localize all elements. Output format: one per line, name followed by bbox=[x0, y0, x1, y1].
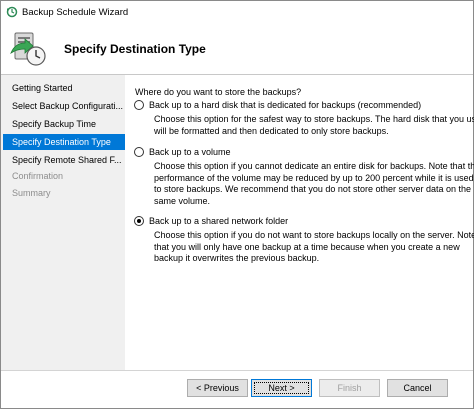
option-volume-label[interactable]: Back up to a volume bbox=[149, 146, 231, 158]
nav-item-specify-backup-time[interactable]: Specify Backup Time bbox=[3, 116, 125, 132]
cancel-button[interactable]: Cancel bbox=[387, 379, 448, 397]
next-button[interactable]: Next > bbox=[251, 379, 312, 397]
description-line: that you will only have one backup at a … bbox=[154, 241, 460, 252]
description-line: will be formatted and then dedicated to … bbox=[154, 125, 389, 136]
description-line: same volume. bbox=[154, 195, 211, 206]
nav-item-summary: Summary bbox=[12, 188, 51, 198]
description-line: performance of the volume may be reduced… bbox=[154, 172, 474, 183]
nav-item-specify-destination-type[interactable]: Specify Destination Type bbox=[3, 134, 125, 150]
window-title: Backup Schedule Wizard bbox=[22, 7, 129, 18]
title-bar: Backup Schedule Wizard bbox=[1, 1, 473, 23]
destination-question: Where do you want to store the backups? bbox=[135, 87, 302, 97]
previous-button[interactable]: < Previous bbox=[187, 379, 248, 397]
wizard-steps-nav: Getting Started Select Backup Configurat… bbox=[1, 75, 125, 370]
option-dedicated-disk-label[interactable]: Back up to a hard disk that is dedicated… bbox=[149, 99, 421, 111]
radio-volume[interactable] bbox=[134, 147, 144, 157]
nav-item-confirmation: Confirmation bbox=[12, 171, 64, 181]
footer-divider bbox=[1, 370, 473, 371]
option-volume-description: Choose this option if you cannot dedicat… bbox=[154, 161, 474, 207]
wizard-window: Backup Schedule Wizard Specify Destinati… bbox=[0, 0, 474, 409]
radio-shared-network-folder[interactable] bbox=[134, 216, 144, 226]
description-line: Choose this option if you do not want to… bbox=[154, 230, 474, 240]
focus-rectangle bbox=[254, 382, 309, 394]
description-line: to store backups. We recommend that you … bbox=[154, 184, 472, 194]
main-content: Where do you want to store the backups? … bbox=[125, 75, 474, 370]
option-shared-network-folder-label[interactable]: Back up to a shared network folder bbox=[149, 215, 288, 227]
backup-wizard-icon bbox=[6, 6, 18, 18]
radio-dedicated-disk[interactable] bbox=[134, 100, 144, 110]
page-title: Specify Destination Type bbox=[64, 42, 206, 56]
nav-item-specify-remote-shared-folder[interactable]: Specify Remote Shared F... bbox=[3, 152, 125, 168]
option-shared-network-folder-description: Choose this option if you do not want to… bbox=[154, 230, 474, 265]
wizard-header: Specify Destination Type bbox=[1, 23, 473, 74]
backup-schedule-icon bbox=[10, 32, 46, 66]
option-dedicated-disk-description: Choose this option for the safest way to… bbox=[154, 114, 474, 137]
description-line: Choose this option if you cannot dedicat… bbox=[154, 161, 474, 171]
description-line: backup it overwrites the previous backup… bbox=[154, 253, 320, 263]
nav-item-select-backup-configuration[interactable]: Select Backup Configurati... bbox=[3, 98, 125, 114]
nav-item-getting-started[interactable]: Getting Started bbox=[3, 80, 125, 96]
description-line: Choose this option for the safest way to… bbox=[154, 114, 474, 124]
finish-button: Finish bbox=[319, 379, 380, 397]
